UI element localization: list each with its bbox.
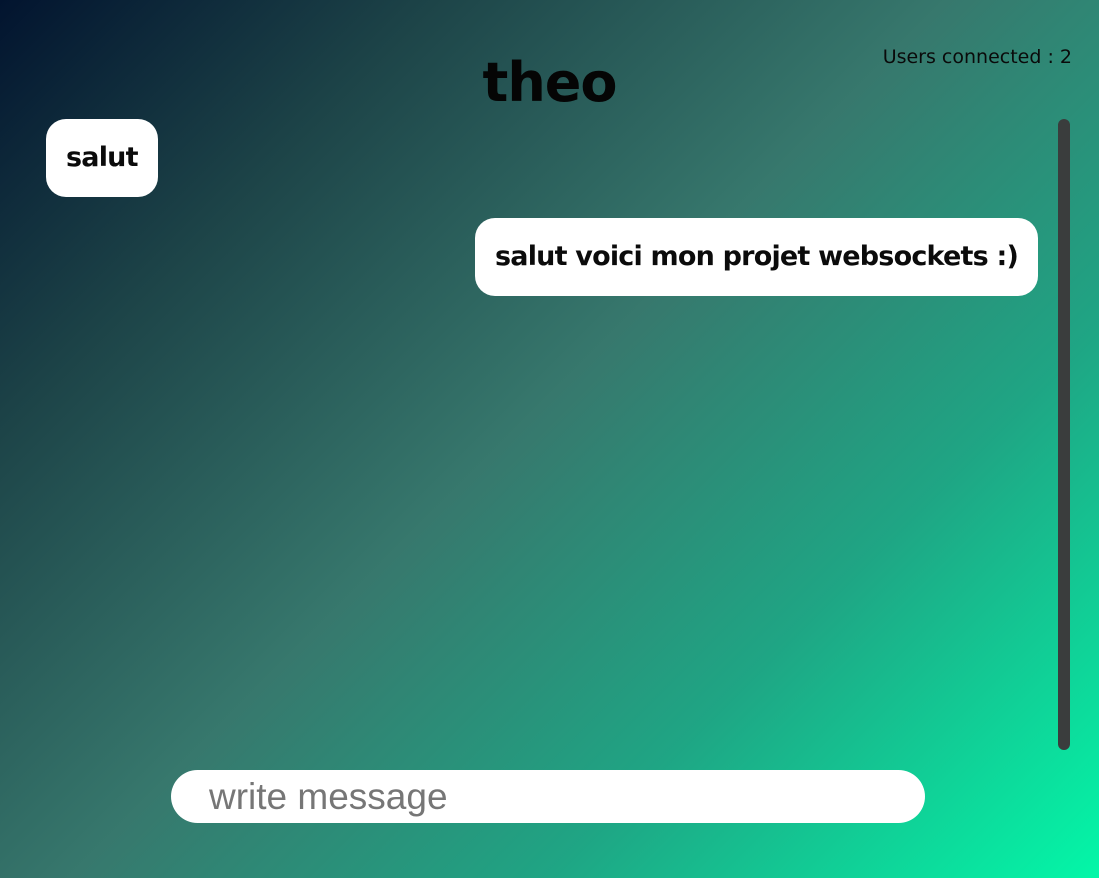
page-title: theo <box>482 51 618 114</box>
message-list-scrollbar[interactable] <box>1058 119 1070 750</box>
message-bubble: salut <box>46 119 158 197</box>
message-input[interactable] <box>209 770 899 823</box>
message-list[interactable]: salut salut voici mon projet websockets … <box>46 119 1038 749</box>
message-composer <box>171 770 925 823</box>
message-bubble: salut voici mon projet websockets :) <box>475 218 1038 296</box>
